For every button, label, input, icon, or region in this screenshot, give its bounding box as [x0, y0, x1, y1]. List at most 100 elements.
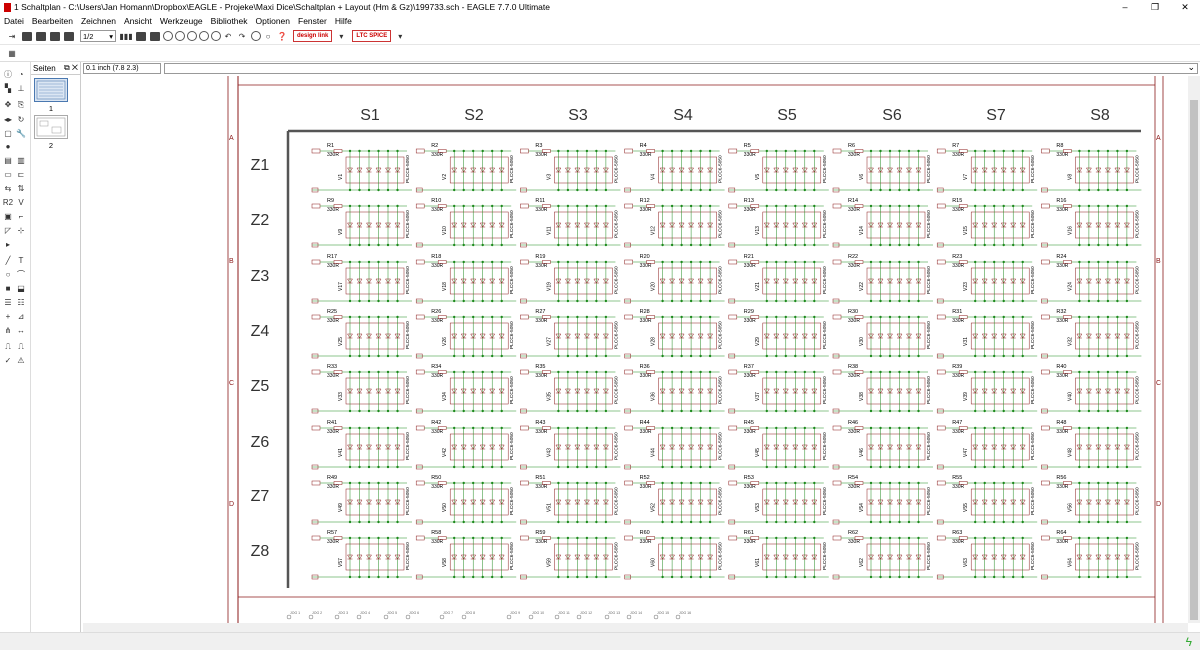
junction-icon[interactable]: + [3, 312, 13, 321]
horizontal-scrollbar[interactable] [83, 623, 1188, 632]
rect-icon[interactable]: ■ [3, 284, 13, 293]
group-icon[interactable]: ▢ [3, 129, 13, 138]
menu-bibliothek[interactable]: Bibliothek [211, 16, 248, 26]
pages-tab[interactable]: Seiten [33, 64, 56, 73]
info-icon[interactable]: ⓘ [3, 70, 13, 79]
board-icon[interactable] [64, 31, 74, 41]
chevron-down-icon[interactable]: ▾ [394, 30, 406, 42]
pin-swap-icon[interactable]: ⇆ [3, 184, 13, 193]
zoom-in-icon[interactable] [175, 31, 185, 41]
connector-label: JOG 16 [679, 611, 691, 615]
junction-dot [1078, 536, 1081, 540]
show-icon[interactable]: ◔ [16, 70, 26, 79]
close-button[interactable]: ✕ [1170, 0, 1200, 14]
maximize-button[interactable]: ❐ [1140, 0, 1170, 14]
zoom-out-icon[interactable] [187, 31, 197, 41]
schematic-canvas[interactable]: A A B B C C D D S1 S2 S3 S4 S5 S6 S7 S8 Z1 Z2 Z3 Z4 Z5 Z6 Z7 Z8… [83, 76, 1188, 623]
display-icon[interactable]: ▚ [3, 84, 13, 93]
split-icon[interactable]: ◸ [3, 226, 13, 235]
script-icon[interactable]: ▮▮▮ [119, 30, 132, 42]
bus-icon[interactable]: ☰ [3, 298, 13, 307]
menu-zeichnen[interactable]: Zeichnen [81, 16, 116, 26]
copy-icon[interactable]: ⎘ [16, 100, 26, 109]
change-icon[interactable]: 🔧 [16, 129, 26, 138]
connector-pin [405, 614, 411, 620]
close-icon[interactable]: ⧉ ✕ [64, 63, 78, 73]
move-icon[interactable]: ✥ [3, 100, 13, 109]
minimize-button[interactable]: – [1110, 0, 1140, 14]
grid-icon[interactable] [150, 31, 160, 41]
rotate-icon[interactable]: ↻ [16, 115, 26, 124]
save-icon[interactable] [22, 31, 32, 41]
vertical-scrollbar[interactable] [1188, 76, 1200, 623]
run-icon[interactable] [136, 31, 146, 41]
junction-dot [794, 315, 797, 319]
delete-icon[interactable]: ▤ [3, 156, 13, 165]
label-icon[interactable]: ⊿ [16, 312, 26, 321]
circle-icon[interactable]: ○ [3, 270, 13, 279]
net-label-in [415, 314, 425, 320]
errors-icon[interactable]: ⚠ [16, 356, 26, 365]
zoom-select-icon[interactable] [199, 31, 209, 41]
menu-datei[interactable]: Datei [4, 16, 24, 26]
add-icon[interactable]: ▥ [16, 156, 26, 165]
menu-optionen[interactable]: Optionen [256, 16, 291, 26]
smash-icon[interactable]: ▣ [3, 212, 13, 221]
invoke-icon[interactable]: ⇅ [16, 184, 26, 193]
net-label-in [624, 535, 633, 541]
frame-icon[interactable]: ⎍ [3, 342, 13, 351]
wire-icon[interactable]: ╱ [3, 256, 13, 265]
paste-icon[interactable]: ● [3, 142, 13, 151]
redo-icon[interactable]: ↷ [236, 30, 248, 42]
page-thumbnail-2[interactable] [34, 115, 68, 139]
menu-bearbeiten[interactable]: Bearbeiten [32, 16, 73, 26]
cam-icon[interactable] [50, 31, 60, 41]
junction-dot [500, 481, 503, 485]
resistor-name: R3 [535, 143, 542, 149]
mark-icon[interactable]: ⊥ [16, 84, 26, 93]
mirror-icon[interactable]: ◂▸ [3, 115, 13, 124]
junction-dot [699, 536, 702, 540]
miter-icon[interactable]: ⌐ [16, 212, 26, 221]
attribute-icon[interactable]: ⋔ [3, 326, 13, 335]
page-thumbnail-1[interactable] [34, 78, 68, 102]
stop-icon[interactable] [251, 31, 261, 41]
undo-icon[interactable]: ↶ [222, 30, 234, 42]
go-icon[interactable]: ○ [262, 30, 274, 42]
erc-icon[interactable]: ✓ [3, 356, 13, 365]
arc-icon[interactable]: ⌒ [16, 270, 26, 279]
net-icon[interactable]: ☷ [16, 298, 26, 307]
menu-ansicht[interactable]: Ansicht [124, 16, 152, 26]
junction-dot [604, 260, 608, 264]
design-link-logo[interactable]: design link [293, 30, 333, 42]
vertical-scroll-thumb[interactable] [1190, 100, 1198, 620]
name-icon[interactable]: R2 [3, 198, 13, 207]
row-header: Z2 [251, 212, 270, 229]
sheet-select[interactable]: 1/2 ▾ [80, 30, 116, 42]
redraw-icon[interactable] [211, 31, 221, 41]
command-input[interactable] [164, 62, 1198, 74]
menu-fenster[interactable]: Fenster [298, 16, 327, 26]
chevron-down-icon[interactable]: ▾ [335, 30, 347, 42]
optimize-icon[interactable]: ⊹ [16, 226, 26, 235]
gate-swap-icon[interactable]: ⊏ [16, 170, 26, 179]
dimension-icon[interactable]: ↔ [16, 326, 26, 335]
zoom-fit-icon[interactable] [163, 31, 173, 41]
value-icon[interactable]: V [16, 198, 26, 207]
text-icon[interactable]: T [16, 256, 26, 265]
help-icon[interactable]: ❓ [276, 30, 288, 42]
resistor-name: R2 [431, 143, 438, 149]
package-label: PLCC6-5050 [718, 210, 724, 238]
open-icon[interactable]: ⇥ [6, 30, 18, 42]
menu-werkzeuge[interactable]: Werkzeuge [160, 16, 203, 26]
junction-dot [803, 204, 806, 208]
resistor-name: R49 [327, 475, 337, 481]
ltspice-logo[interactable]: LTC SPICE [352, 30, 392, 42]
print-icon[interactable] [36, 31, 46, 41]
polygon-icon[interactable]: ⬓ [16, 284, 26, 293]
replace-icon[interactable]: ▭ [3, 170, 13, 179]
menu-hilfe[interactable]: Hilfe [335, 16, 352, 26]
grid-icon[interactable]: ▦ [6, 47, 18, 59]
module-icon[interactable]: ⎍ [16, 342, 26, 351]
arrow-icon[interactable]: ▸ [3, 240, 13, 249]
